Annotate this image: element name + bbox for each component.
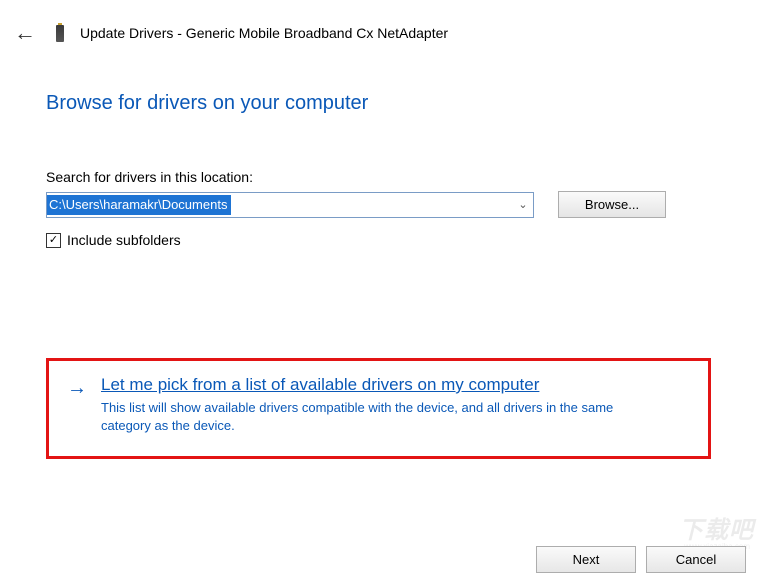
- pick-from-list-inner[interactable]: → Let me pick from a list of available d…: [67, 375, 684, 434]
- dialog-title: Update Drivers - Generic Mobile Broadban…: [80, 25, 448, 41]
- path-row: C:\Users\haramakr\Documents ⌄ Browse...: [46, 191, 722, 218]
- pick-from-list-text: Let me pick from a list of available dri…: [101, 375, 661, 434]
- pick-from-list-option[interactable]: → Let me pick from a list of available d…: [46, 358, 711, 459]
- page-heading: Browse for drivers on your computer: [46, 92, 722, 115]
- back-arrow-icon[interactable]: ←: [10, 22, 40, 44]
- pick-from-list-title: Let me pick from a list of available dri…: [101, 375, 661, 395]
- dialog-footer: Next Cancel: [536, 546, 746, 573]
- browse-button[interactable]: Browse...: [558, 191, 666, 218]
- dialog-content: Browse for drivers on your computer Sear…: [0, 44, 768, 248]
- include-subfolders-row[interactable]: ✓ Include subfolders: [46, 232, 722, 248]
- include-subfolders-label: Include subfolders: [67, 232, 181, 248]
- arrow-right-icon: →: [67, 375, 87, 434]
- cancel-button[interactable]: Cancel: [646, 546, 746, 573]
- include-subfolders-checkbox[interactable]: ✓: [46, 233, 61, 248]
- dialog-header: ← Update Drivers - Generic Mobile Broadb…: [0, 0, 768, 44]
- driver-path-text: C:\Users\haramakr\Documents: [47, 195, 231, 215]
- watermark-text: 下载吧: [679, 510, 754, 545]
- next-button[interactable]: Next: [536, 546, 636, 573]
- driver-path-combobox[interactable]: C:\Users\haramakr\Documents ⌄: [46, 192, 534, 218]
- pick-from-list-description: This list will show available drivers co…: [101, 399, 661, 434]
- network-adapter-icon: [54, 22, 66, 44]
- driver-path-value[interactable]: C:\Users\haramakr\Documents: [47, 193, 513, 217]
- chevron-down-icon[interactable]: ⌄: [513, 198, 533, 211]
- search-location-label: Search for drivers in this location:: [46, 169, 722, 185]
